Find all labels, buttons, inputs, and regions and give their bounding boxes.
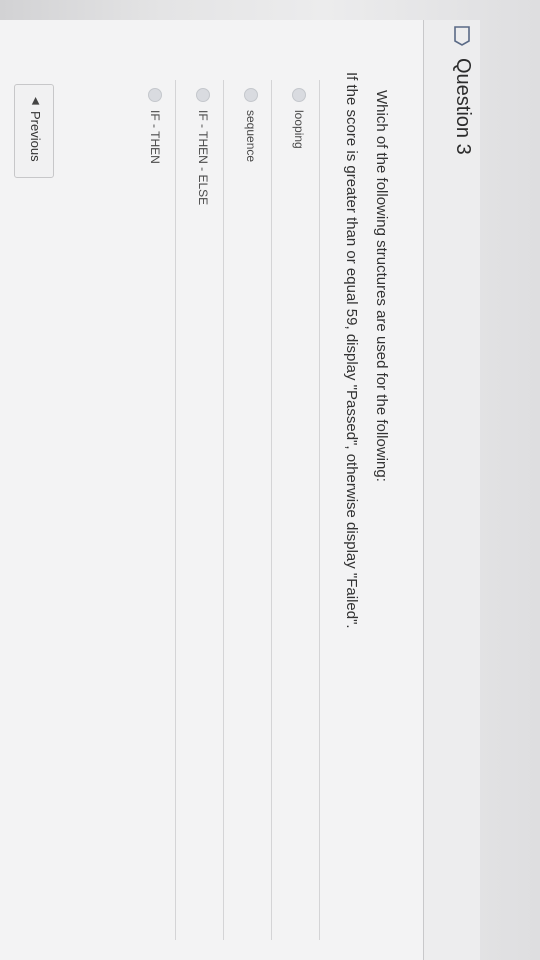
answer-label: IF - THEN	[148, 110, 162, 164]
answer-list: looping sequence IF - THEN - ELSE IF - T…	[110, 80, 320, 940]
answer-label: sequence	[244, 110, 258, 163]
answer-option-if-then-else[interactable]: IF - THEN - ELSE	[179, 80, 224, 940]
question-prompt-detail: If the score is greater than or equal 59…	[343, 72, 360, 629]
question-prompt: Which of the following structures are us…	[373, 90, 390, 482]
previous-button[interactable]: ◀ Previous	[14, 84, 54, 178]
answer-label: IF - THEN - ELSE	[196, 110, 210, 206]
quiz-page: Question 3 Which of the following struct…	[0, 0, 540, 960]
radio-button[interactable]	[196, 88, 210, 102]
triangle-left-icon: ◀	[30, 97, 41, 105]
screen: Question 3 Which of the following struct…	[0, 0, 540, 960]
answer-label: looping	[292, 110, 306, 149]
radio-button[interactable]	[244, 88, 258, 102]
question-header	[423, 20, 480, 960]
answer-option-looping[interactable]: looping	[275, 80, 320, 940]
previous-label: Previous	[28, 111, 43, 162]
answer-option-if-then[interactable]: IF - THEN	[131, 80, 176, 940]
radio-button[interactable]	[292, 88, 306, 102]
radio-button[interactable]	[148, 88, 162, 102]
flag-icon[interactable]	[454, 26, 470, 46]
question-title: Question 3	[452, 58, 474, 155]
answer-option-sequence[interactable]: sequence	[227, 80, 272, 940]
